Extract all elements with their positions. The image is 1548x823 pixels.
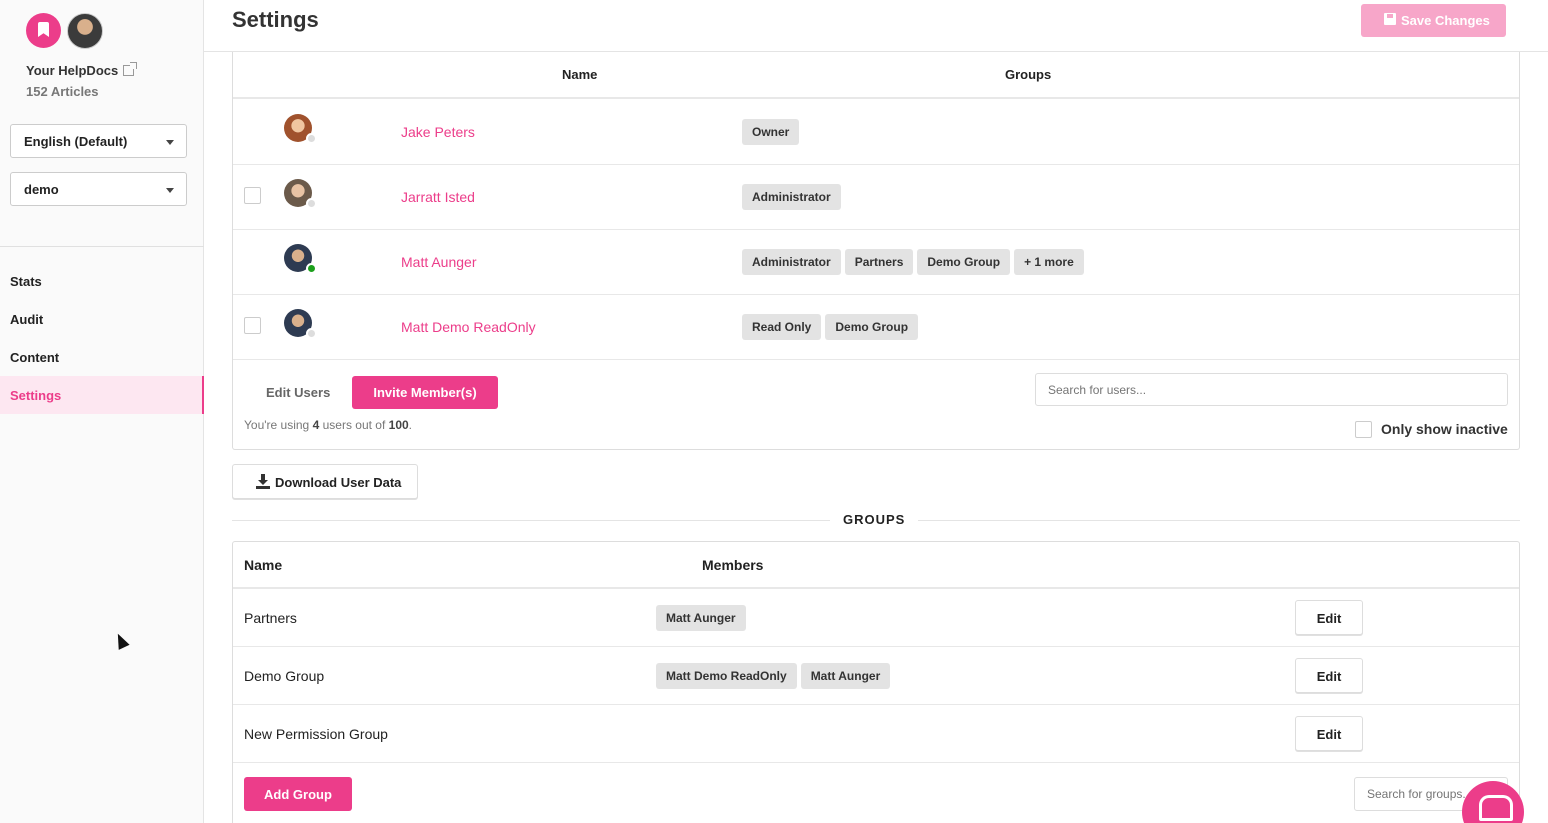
- sidebar: Your HelpDocs 152 Articles English (Defa…: [0, 0, 204, 823]
- usage-prefix: You're using: [244, 418, 313, 432]
- table-row: Matt Aunger Administrator Partners Demo …: [233, 230, 1519, 295]
- table-row: Partners Matt Aunger Edit: [233, 589, 1519, 647]
- users-header-divider: [233, 97, 1519, 99]
- edit-group-button[interactable]: Edit: [1295, 658, 1363, 693]
- usage-total: 100: [388, 418, 409, 432]
- edit-group-button[interactable]: Edit: [1295, 600, 1363, 635]
- external-link-icon[interactable]: [123, 62, 138, 76]
- status-indicator: [306, 133, 317, 144]
- group-tag: Administrator: [742, 184, 841, 210]
- group-tag: Owner: [742, 119, 800, 145]
- user-avatar[interactable]: [67, 13, 103, 49]
- download-user-data-button[interactable]: Download User Data: [232, 464, 418, 499]
- usage-suffix: .: [408, 418, 413, 432]
- download-user-data-label: Download User Data: [275, 475, 402, 490]
- caret-down-icon: [166, 140, 174, 145]
- user-name-link[interactable]: Jake Peters: [401, 124, 475, 140]
- table-row: Jake Peters Owner: [233, 100, 1519, 165]
- page-header: Settings Save Changes: [204, 0, 1548, 52]
- sidebar-item-content[interactable]: Content: [0, 338, 204, 376]
- group-name: New Permission Group: [244, 726, 388, 742]
- usage-middle: users out of: [319, 418, 389, 432]
- member-tag: Matt Demo ReadOnly: [656, 663, 797, 689]
- table-row: Jarratt Isted Administrator: [233, 165, 1519, 230]
- users-column-groups: Groups: [1005, 67, 1052, 82]
- sidebar-item-stats[interactable]: Stats: [0, 262, 204, 300]
- more-groups-tag[interactable]: + 1 more: [1014, 249, 1084, 275]
- add-group-button[interactable]: Add Group: [244, 777, 352, 811]
- group-tag: Read Only: [742, 314, 822, 340]
- users-column-name: Name: [562, 67, 598, 82]
- edit-users-button[interactable]: Edit Users: [266, 385, 330, 400]
- search-users-input[interactable]: [1035, 373, 1508, 406]
- group-tag: Demo Group: [917, 249, 1011, 275]
- page-title: Settings: [232, 7, 319, 32]
- sidebar-item-settings[interactable]: Settings: [0, 376, 204, 414]
- article-count: 152 Articles: [26, 84, 99, 99]
- usage-text: You're using 4 users out of 100.: [244, 418, 412, 432]
- status-indicator: [306, 328, 317, 339]
- download-icon-base: [256, 486, 270, 489]
- brand-label[interactable]: Your HelpDocs: [26, 63, 118, 78]
- groups-column-members: Members: [702, 557, 764, 573]
- language-select[interactable]: English (Default): [10, 124, 187, 158]
- sidebar-item-audit[interactable]: Audit: [0, 300, 204, 338]
- user-select-checkbox[interactable]: [244, 187, 261, 204]
- invite-members-button[interactable]: Invite Member(s): [352, 376, 498, 409]
- only-inactive-label[interactable]: Only show inactive: [1381, 421, 1508, 437]
- caret-down-icon: [166, 188, 174, 193]
- table-row: Demo Group Matt Demo ReadOnly Matt Aunge…: [233, 647, 1519, 705]
- language-select-value: English (Default): [24, 134, 128, 149]
- groups-column-name: Name: [244, 557, 283, 573]
- helpdocs-logo-icon[interactable]: [26, 13, 61, 48]
- group-tag: Partners: [844, 249, 914, 275]
- user-name-link[interactable]: Matt Aunger: [401, 254, 477, 270]
- sidebar-divider: [0, 246, 204, 247]
- save-changes-button[interactable]: Save Changes: [1361, 4, 1506, 37]
- workspace-select[interactable]: demo: [10, 172, 187, 206]
- floppy-disk-icon: [1384, 13, 1396, 25]
- only-inactive-checkbox[interactable]: [1355, 421, 1372, 438]
- table-row: Matt Demo ReadOnly Read Only Demo Group: [233, 295, 1519, 360]
- member-tag: Matt Aunger: [656, 605, 746, 631]
- user-name-link[interactable]: Jarratt Isted: [401, 189, 475, 205]
- user-select-checkbox[interactable]: [244, 317, 261, 334]
- status-indicator: [306, 263, 317, 274]
- table-row: New Permission Group Edit: [233, 705, 1519, 763]
- edit-group-button[interactable]: Edit: [1295, 716, 1363, 751]
- group-tag: Demo Group: [825, 314, 919, 340]
- groups-heading: GROUPS: [830, 512, 919, 527]
- group-name: Partners: [244, 610, 297, 626]
- workspace-select-value: demo: [24, 182, 59, 197]
- status-indicator: [306, 198, 317, 209]
- group-tag: Administrator: [742, 249, 841, 275]
- member-tag: Matt Aunger: [800, 663, 891, 689]
- user-name-link[interactable]: Matt Demo ReadOnly: [401, 319, 536, 335]
- brand-link[interactable]: Your HelpDocs: [26, 62, 138, 78]
- save-changes-label: Save Changes: [1401, 13, 1490, 28]
- group-name: Demo Group: [244, 668, 325, 684]
